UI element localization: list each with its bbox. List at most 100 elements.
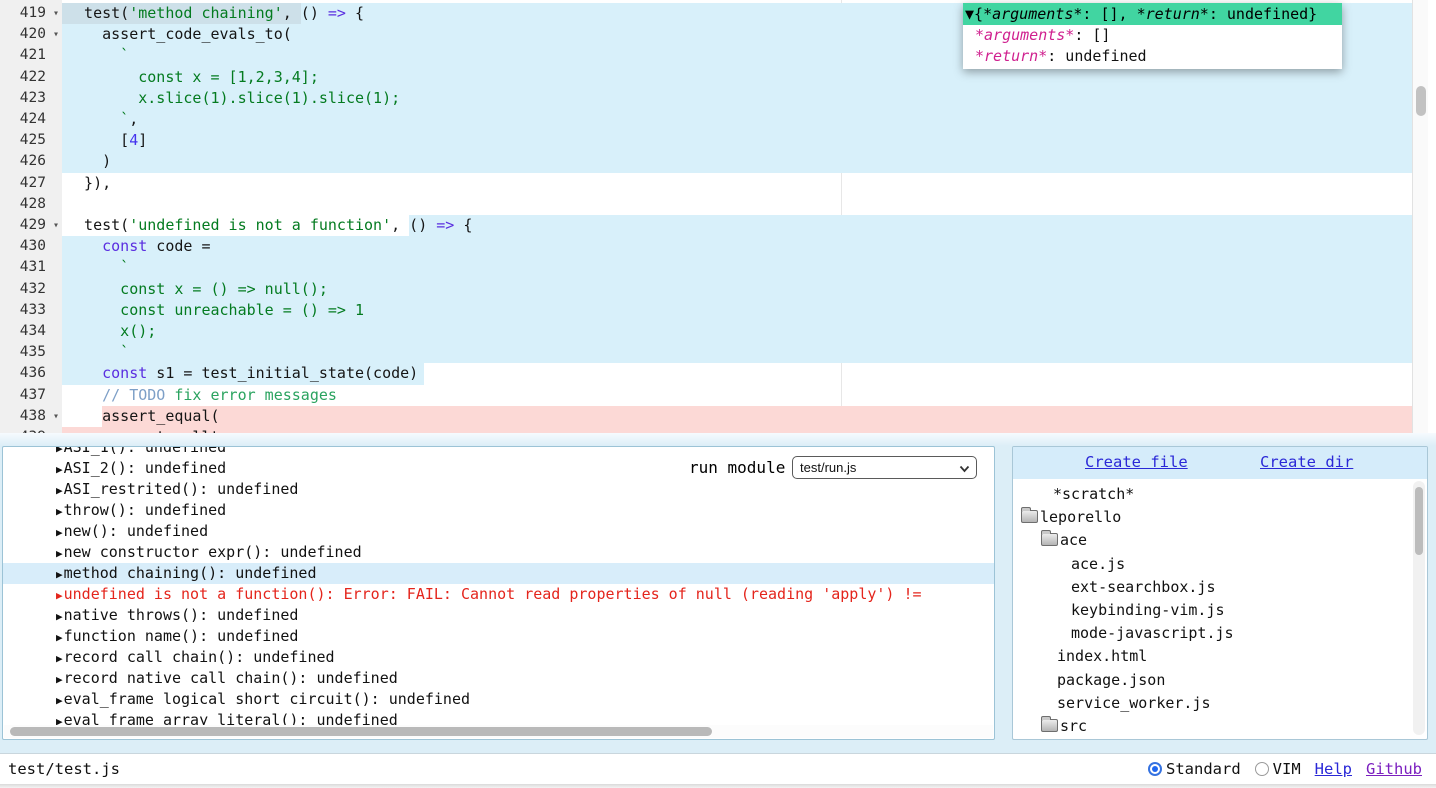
gutter-line-number[interactable]: 427 <box>0 173 62 194</box>
code-line[interactable]: const unreachable = () => 1 <box>62 300 1412 321</box>
help-link[interactable]: Help <box>1315 760 1352 778</box>
editor-scrollbar-thumb[interactable] <box>1416 86 1426 116</box>
code-line[interactable] <box>62 194 1412 215</box>
expand-arrow-icon[interactable]: ▶ <box>56 526 63 539</box>
file-tree-scrollbar[interactable] <box>1413 481 1425 735</box>
code-line[interactable]: x.slice(1).slice(1).slice(1); <box>62 88 1412 109</box>
code-line[interactable]: x(); <box>62 321 1412 342</box>
calltree-scrollbar-thumb[interactable] <box>10 727 712 736</box>
code-line[interactable]: [4] <box>62 130 1412 151</box>
file-tree-item[interactable]: leporello <box>1013 506 1413 529</box>
expand-arrow-icon[interactable]: ▶ <box>56 652 63 665</box>
editor-scrollbar[interactable] <box>1412 0 1428 433</box>
file-tree-item[interactable]: service_worker.js <box>1013 692 1413 715</box>
code-line[interactable]: const s1 = test_initial_state(code) <box>62 363 1412 384</box>
calltree-row[interactable]: ▶throw(): undefined <box>3 500 994 521</box>
gutter-line-number[interactable]: 437 <box>0 385 62 406</box>
file-tree-item[interactable]: ace.js <box>1013 553 1413 576</box>
expand-arrow-icon[interactable]: ▶ <box>56 463 63 476</box>
file-tree-scrollbar-thumb[interactable] <box>1415 487 1423 555</box>
gutter-line-number[interactable]: 421 <box>0 45 62 66</box>
code-line[interactable]: ` <box>62 257 1412 278</box>
gutter-line-number[interactable]: 423 <box>0 88 62 109</box>
calltree-row[interactable]: ▶record native call chain(): undefined <box>3 668 994 689</box>
gutter-line-number[interactable]: 422 <box>0 67 62 88</box>
github-link[interactable]: Github <box>1366 760 1422 778</box>
code-line[interactable]: `, <box>62 109 1412 130</box>
expand-arrow-icon[interactable]: ▶ <box>56 447 63 455</box>
gutter-line-number[interactable]: 426 <box>0 151 62 172</box>
file-tree-item[interactable]: mode-javascript.js <box>1013 622 1413 645</box>
calltree-row[interactable]: ▶record call chain(): undefined <box>3 647 994 668</box>
fold-arrow-icon[interactable]: ▾ <box>53 215 59 236</box>
calltree-row[interactable]: ▶function name(): undefined <box>3 626 994 647</box>
keybinding-standard-label[interactable]: Standard <box>1166 760 1241 778</box>
tooltip-header[interactable]: ▼{*arguments*: [], *return*: undefined} <box>963 3 1342 25</box>
file-tree-item[interactable]: src <box>1013 715 1413 738</box>
gutter-line-number[interactable]: 430 <box>0 236 62 257</box>
calltree-row[interactable]: ▶native throws(): undefined <box>3 605 994 626</box>
expand-arrow-icon[interactable]: ▶ <box>56 610 63 623</box>
code-line[interactable]: assert_equal( <box>62 406 1412 427</box>
calltree-row[interactable]: ▶method chaining(): undefined <box>3 563 994 584</box>
calltree-row[interactable]: ▶eval_frame logical short circuit(): und… <box>3 689 994 710</box>
expand-arrow-icon[interactable]: ▶ <box>56 568 63 581</box>
gutter-line-number[interactable]: 425 <box>0 130 62 151</box>
code-line[interactable]: test('undefined is not a function', () =… <box>62 215 1412 236</box>
keybinding-standard-option[interactable]: Standard <box>1148 760 1241 778</box>
tooltip-row[interactable]: *arguments*: [] <box>963 25 1342 46</box>
tooltip-row[interactable]: *return*: undefined <box>963 46 1342 67</box>
gutter-line-number[interactable]: 424 <box>0 109 62 130</box>
file-tree-item[interactable]: *scratch* <box>1013 483 1413 506</box>
file-tree-item[interactable]: ace <box>1013 529 1413 552</box>
file-tree-item[interactable]: ext-searchbox.js <box>1013 576 1413 599</box>
expand-arrow-icon[interactable]: ▶ <box>56 715 63 725</box>
file-tree-item[interactable]: ast_utils.js <box>1013 738 1413 739</box>
code-editor[interactable]: 419▾420▾421422423424425426427428429▾4304… <box>0 0 1436 433</box>
expand-arrow-icon[interactable]: ▶ <box>56 589 63 602</box>
expand-arrow-icon[interactable]: ▶ <box>56 505 63 518</box>
file-tree-item[interactable]: package.json <box>1013 669 1413 692</box>
gutter-line-number[interactable]: 435 <box>0 342 62 363</box>
gutter-line-number[interactable]: 420▾ <box>0 24 62 45</box>
create-dir-link[interactable]: Create dir <box>1260 453 1353 471</box>
calltree-row[interactable]: ▶new constructor expr(): undefined <box>3 542 994 563</box>
calltree-row[interactable]: ▶new(): undefined <box>3 521 994 542</box>
code-line[interactable]: const x = () => null(); <box>62 279 1412 300</box>
code-line[interactable]: // TODO fix error messages <box>62 385 1412 406</box>
expand-arrow-icon[interactable]: ▶ <box>56 694 63 707</box>
gutter-line-number[interactable]: 434 <box>0 321 62 342</box>
gutter-line-number[interactable]: 428 <box>0 194 62 215</box>
expand-arrow-icon[interactable]: ▶ <box>56 547 63 560</box>
fold-arrow-icon[interactable]: ▾ <box>53 3 59 24</box>
file-tree-item[interactable]: keybinding-vim.js <box>1013 599 1413 622</box>
fold-arrow-icon[interactable]: ▾ <box>53 406 59 427</box>
create-file-link[interactable]: Create file <box>1085 453 1188 471</box>
gutter-line-number[interactable]: 432 <box>0 279 62 300</box>
calltree-row[interactable]: ▶eval_frame array_literal(): undefined <box>3 710 994 725</box>
keybinding-vim-label[interactable]: VIM <box>1273 760 1301 778</box>
expand-arrow-icon[interactable]: ▶ <box>56 673 63 686</box>
gutter-line-number[interactable]: 419▾ <box>0 3 62 24</box>
fold-arrow-icon[interactable]: ▾ <box>53 24 59 45</box>
gutter-line-number[interactable]: 431 <box>0 257 62 278</box>
expand-arrow-icon[interactable]: ▶ <box>56 484 63 497</box>
expand-arrow-icon[interactable]: ▶ <box>56 631 63 644</box>
gutter-line-number[interactable]: 433 <box>0 300 62 321</box>
code-line[interactable]: const code = <box>62 236 1412 257</box>
code-line[interactable]: ) <box>62 151 1412 172</box>
radio-vim-icon[interactable] <box>1255 762 1269 776</box>
calltree-row[interactable]: ▶undefined is not a function(): Error: F… <box>3 584 994 605</box>
file-tree-item[interactable]: index.html <box>1013 645 1413 668</box>
run-module-select[interactable]: test/run.js <box>792 456 977 479</box>
gutter-line-number[interactable]: 436 <box>0 363 62 384</box>
gutter-line-number[interactable]: 429▾ <box>0 215 62 236</box>
code-line[interactable]: ` <box>62 342 1412 363</box>
calltree-horizontal-scrollbar[interactable] <box>4 725 993 738</box>
keybinding-vim-option[interactable]: VIM <box>1255 760 1301 778</box>
gutter-line-number[interactable]: 438▾ <box>0 406 62 427</box>
code-line[interactable]: const x = [1,2,3,4]; <box>62 67 1412 88</box>
code-line[interactable]: }), <box>62 173 1412 194</box>
calltree-row[interactable]: ▶ASI_restrited(): undefined <box>3 479 994 500</box>
radio-standard-icon[interactable] <box>1148 762 1162 776</box>
